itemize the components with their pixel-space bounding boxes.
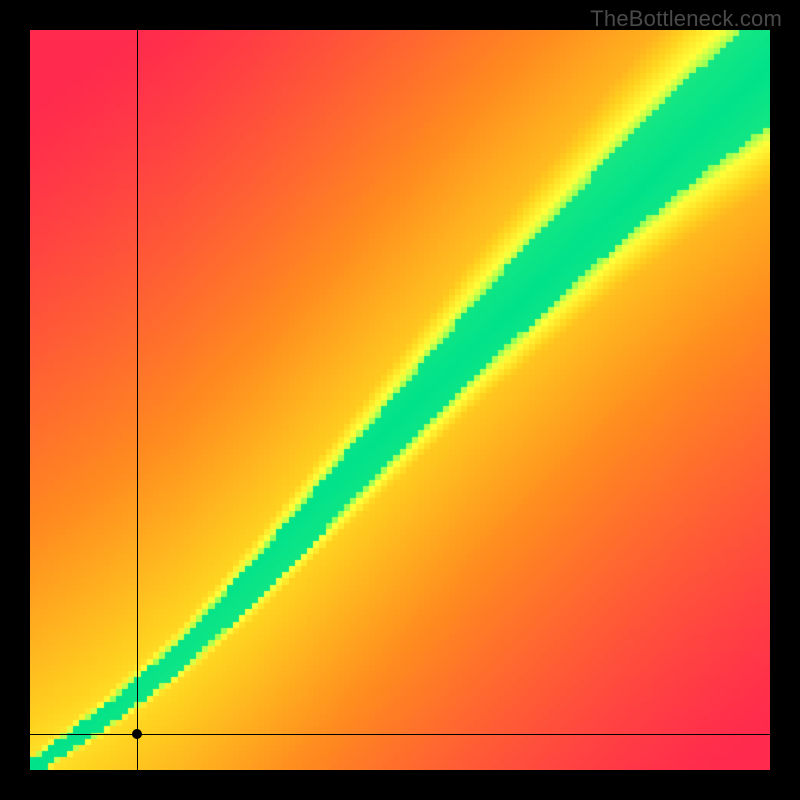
watermark-text: TheBottleneck.com: [590, 6, 782, 32]
chart-stage: TheBottleneck.com: [0, 0, 800, 800]
bottleneck-heatmap: [30, 30, 770, 770]
